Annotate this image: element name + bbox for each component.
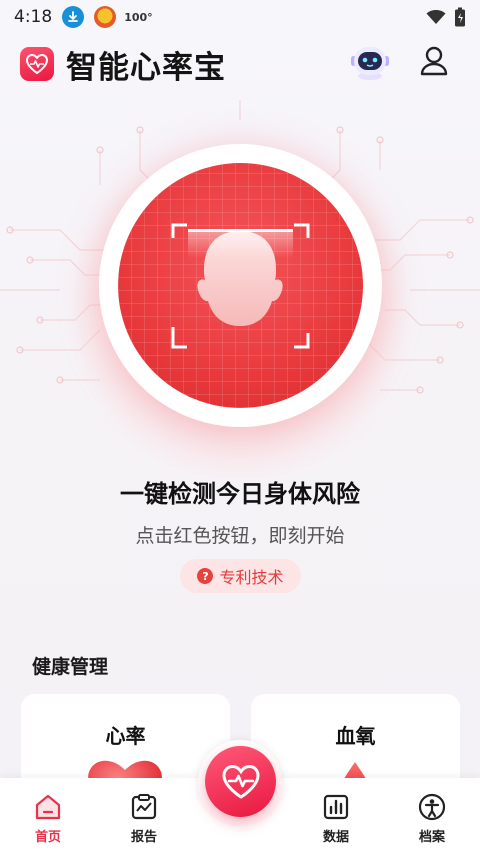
hero-title: 一键检测今日身体风险 [120,480,360,508]
profile-icon[interactable] [416,44,452,84]
data-chart-icon [323,794,349,820]
heart-measure-button[interactable] [205,746,276,817]
heart-rate-card-label: 心率 [105,724,146,748]
battery-icon [455,7,465,27]
home-icon [35,794,61,820]
status-bar: 4:18 100° [0,0,480,34]
heart-pulse-icon [221,764,260,799]
download-icon [62,6,85,28]
report-icon [131,794,157,820]
status-time: 4:18 [14,7,53,27]
nav-home[interactable]: 首页 [18,792,78,845]
nav-profile[interactable]: 档案 [402,792,462,845]
app-header: 智能心率宝 [0,36,480,92]
nav-home-label: 首页 [34,830,61,845]
status-temperature: 100° [124,10,153,24]
nav-profile-label: 档案 [418,830,445,845]
blood-oxygen-card-label: 血氧 [335,724,376,748]
nav-data[interactable]: 数据 [306,792,366,845]
robot-assistant-icon[interactable] [348,40,392,88]
nav-report-label: 报告 [130,830,157,845]
health-section-title: 健康管理 [32,656,109,678]
app-notification-icon [94,6,117,28]
nav-report[interactable]: 报告 [114,792,174,845]
person-profile-icon [418,793,446,821]
patent-tech-button[interactable]: ? 专利技术 [180,559,301,593]
nav-data-label: 数据 [322,830,349,845]
patent-label: 专利技术 [219,568,284,587]
hero-section [0,100,480,485]
face-scan-icon [171,223,310,349]
hero-subtitle: 点击红色按钮，即刻开始 [135,525,345,547]
heart-logo-icon [20,47,54,81]
face-scan-button[interactable] [118,163,363,408]
question-icon: ? [197,568,214,584]
app-title: 智能心率宝 [66,49,226,86]
wifi-icon [426,10,446,24]
